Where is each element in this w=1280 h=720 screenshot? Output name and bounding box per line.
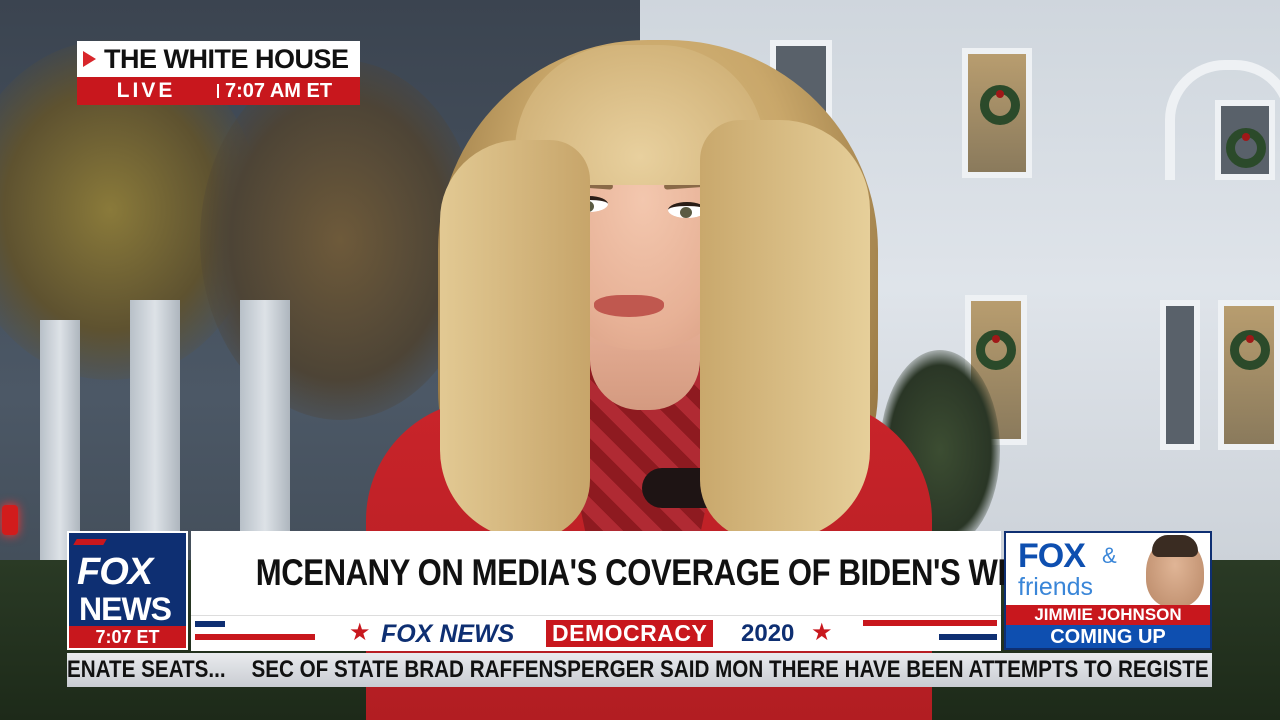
ticker-item: SEC OF STATE BRAD RAFFENSPERGER SAID MON… xyxy=(251,656,1209,683)
democracy-word: DEMOCRACY xyxy=(546,620,714,647)
divider xyxy=(217,84,219,98)
location-bug-top: THE WHITE HOUSE xyxy=(77,41,360,77)
democracy-year: 2020 xyxy=(741,620,795,647)
video-frame: THE WHITE HOUSE LIVE 7:07 AM ET FOX NEWS… xyxy=(0,0,1280,720)
fox-news-logo: FOX NEWS 7:07 ET xyxy=(67,531,188,650)
show-promo: FOX & friends JIMMIE JOHNSON COMING UP xyxy=(1004,531,1212,650)
logo-fox-text: FOX xyxy=(77,551,153,593)
live-label: LIVE xyxy=(116,79,176,102)
stripe-blue xyxy=(939,634,997,640)
headline-banner: MCENANY ON MEDIA'S COVERAGE OF BIDEN'S W… xyxy=(191,531,1121,615)
ticker-item: ENATE SEATS... xyxy=(67,656,226,683)
column xyxy=(130,300,180,560)
promo-show-amp: & xyxy=(1102,543,1117,568)
hair-right xyxy=(700,120,870,540)
mouth xyxy=(594,295,664,317)
star-icon: ★ xyxy=(349,619,371,646)
window xyxy=(1160,300,1200,450)
location-bug-bottom: LIVE 7:07 AM ET xyxy=(77,77,360,105)
car-taillight xyxy=(2,505,18,535)
news-ticker: ENATE SEATS... SEC OF STATE BRAD RAFFENSP… xyxy=(67,653,1212,687)
window xyxy=(1218,300,1280,450)
play-arrow-icon xyxy=(83,51,96,67)
stripe-blue xyxy=(195,621,225,627)
headline-text: MCENANY ON MEDIA'S COVERAGE OF BIDEN'S W… xyxy=(255,552,1121,593)
wreath xyxy=(1230,330,1270,370)
promo-show-friends: friends xyxy=(1018,573,1094,601)
star-icon: ★ xyxy=(811,619,833,646)
location-title: THE WHITE HOUSE xyxy=(104,44,349,74)
stripe-red xyxy=(195,634,315,640)
location-bug: THE WHITE HOUSE LIVE 7:07 AM ET xyxy=(77,41,360,105)
ticker-text: ENATE SEATS... SEC OF STATE BRAD RAFFENSP… xyxy=(67,653,1209,687)
logo-slash-mark xyxy=(73,539,107,545)
wreath xyxy=(976,330,1016,370)
logo-news-text: NEWS xyxy=(79,591,172,627)
logo-clock: 7:07 ET xyxy=(69,626,186,648)
promo-coming-up: COMING UP xyxy=(1006,625,1210,648)
stripe-red xyxy=(863,620,997,626)
hair-left xyxy=(440,140,590,540)
democracy-2020-bar: ★ FOX NEWS DEMOCRACY 2020 ★ xyxy=(191,615,1001,651)
wreath xyxy=(1226,128,1266,168)
broadcast-time: 7:07 AM ET xyxy=(225,80,333,102)
guest-photo xyxy=(1146,535,1204,607)
wreath xyxy=(980,85,1020,125)
promo-guest-name: JIMMIE JOHNSON xyxy=(1006,605,1210,625)
column xyxy=(40,320,80,560)
promo-show-fox: FOX xyxy=(1018,537,1086,575)
democracy-brand: FOX NEWS xyxy=(381,620,515,648)
column xyxy=(240,300,290,560)
